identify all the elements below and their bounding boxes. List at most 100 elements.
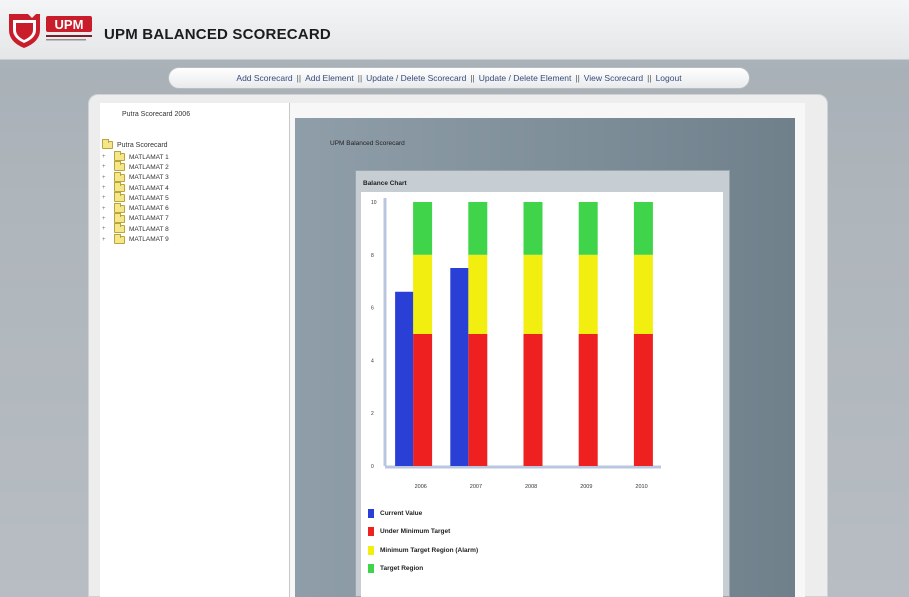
folder-icon — [114, 212, 125, 223]
chart-title: Balance Chart — [363, 180, 407, 187]
app-title: UPM BALANCED SCORECARD — [104, 26, 331, 43]
bar-minimum-region — [633, 254, 653, 334]
legend-swatch-minimum — [368, 545, 374, 555]
tree-item-label: MATLAMAT 5 — [129, 194, 169, 202]
expand-icon[interactable]: + — [102, 216, 109, 222]
bar-minimum-region — [468, 254, 488, 334]
nav-separator: || — [357, 73, 363, 83]
bar-target-region — [413, 202, 433, 255]
bar-under-minimum — [633, 334, 653, 466]
expand-icon[interactable]: + — [102, 154, 109, 160]
bar-current-value — [450, 268, 469, 466]
x-tick-label: 2010 — [635, 484, 647, 490]
tree-panel: Putra Scorecard 2006 Putra Scorecard + MA… — [100, 103, 290, 597]
tree-item[interactable]: + MATLAMAT 5 — [102, 192, 169, 203]
legend-label: Under Minimum Target — [380, 528, 451, 536]
expand-icon[interactable]: + — [102, 226, 109, 232]
folder-icon — [102, 139, 113, 149]
y-tick-label: 8 — [371, 253, 374, 259]
bar-under-minimum — [468, 334, 488, 466]
tree-item[interactable]: + MATLAMAT 7 — [102, 212, 169, 224]
bar-under-minimum — [523, 334, 543, 466]
expand-icon[interactable]: + — [102, 164, 109, 170]
bar-target-region — [633, 202, 653, 255]
tree-item-label: MATLAMAT 7 — [129, 215, 169, 223]
tree-item[interactable]: + MATLAMAT 6 — [102, 202, 169, 213]
bar-target-region — [468, 202, 488, 255]
tree-header: Putra Scorecard 2006 — [122, 111, 191, 118]
bar-under-minimum — [578, 334, 598, 466]
expand-icon[interactable]: + — [102, 237, 109, 243]
tree-item-label: MATLAMAT 6 — [129, 205, 169, 213]
legend-label: Minimum Target Region (Alarm) — [380, 546, 479, 554]
folder-icon — [114, 233, 125, 244]
nav-add-scorecard[interactable]: Add Scorecard — [236, 73, 292, 83]
x-tick-label: 2009 — [580, 484, 592, 490]
nav-separator: || — [470, 73, 475, 83]
folder-icon — [114, 171, 125, 182]
folder-icon — [114, 202, 125, 213]
expand-icon[interactable]: + — [102, 185, 109, 191]
nav-update-delete-scorecard[interactable]: Update / Delete Scorecard — [366, 73, 466, 83]
y-tick-label: 0 — [371, 464, 374, 470]
tree-list: + MATLAMAT 1 + MATLAMAT 2 + MATLAMAT 3 + MAT… — [102, 151, 169, 245]
tree-item[interactable]: + MATLAMAT 9 — [102, 233, 169, 244]
upm-logo: UPM — [9, 14, 92, 48]
x-tick-label: 2006 — [415, 484, 427, 490]
main-title: UPM Balanced Scorecard — [330, 140, 405, 147]
tree-item[interactable]: + MATLAMAT 2 — [102, 161, 169, 172]
nav-separator: || — [575, 73, 580, 83]
folder-icon — [114, 192, 125, 203]
tree-item-label: MATLAMAT 8 — [129, 225, 169, 233]
expand-icon[interactable]: + — [102, 206, 109, 212]
bar-minimum-region — [523, 254, 543, 334]
tree-root[interactable]: Putra Scorecard — [102, 139, 168, 149]
tree-item-label: MATLAMAT 4 — [129, 184, 169, 192]
tree-item[interactable]: + MATLAMAT 3 — [102, 171, 169, 183]
bar-target-region — [578, 202, 598, 255]
y-tick-label: 2 — [371, 411, 374, 417]
legend-item: Minimum Target Region (Alarm) — [368, 541, 478, 560]
main-nav: Add Scorecard || Add Element || Update /… — [168, 67, 750, 89]
bar-current-value — [395, 291, 414, 466]
nav-view-scorecard[interactable]: View Scorecard — [584, 73, 643, 83]
tree-item-label: MATLAMAT 9 — [129, 236, 169, 244]
y-tick-label: 4 — [371, 358, 374, 364]
nav-update-delete-element[interactable]: Update / Delete Element — [479, 73, 572, 83]
bar-under-minimum — [413, 334, 433, 466]
legend-swatch-target — [368, 564, 374, 574]
x-tick-label: 2008 — [525, 484, 537, 490]
legend-item: Current Value — [368, 504, 478, 523]
tree-item-label: MATLAMAT 2 — [129, 163, 169, 171]
tree-item[interactable]: + MATLAMAT 4 — [102, 182, 169, 193]
legend-label: Current Value — [380, 509, 423, 517]
folder-icon — [114, 151, 125, 162]
nav-add-element[interactable]: Add Element — [305, 73, 354, 83]
tree-item[interactable]: + MATLAMAT 8 — [102, 223, 169, 234]
bar-minimum-region — [413, 254, 433, 334]
folder-icon — [114, 161, 125, 172]
nav-logout[interactable]: Logout — [656, 73, 682, 83]
expand-icon[interactable]: + — [102, 195, 109, 201]
folder-icon — [114, 223, 125, 234]
bar-target-region — [523, 202, 543, 255]
legend-item: Target Region — [368, 560, 478, 579]
legend-item: Under Minimum Target — [368, 523, 478, 542]
legend-label: Target Region — [380, 565, 424, 573]
legend-swatch-under — [368, 527, 374, 537]
chart-legend: Current Value Under Minimum Target Minim… — [368, 504, 478, 578]
nav-separator: || — [296, 73, 302, 83]
legend-swatch-current — [368, 508, 374, 518]
logo-text: UPM — [55, 17, 84, 32]
app-header: UPM UPM BALANCED SCORECARD — [0, 0, 909, 60]
tree-item-label: MATLAMAT 1 — [129, 153, 169, 161]
y-tick-label: 10 — [371, 200, 377, 206]
tree-item[interactable]: + MATLAMAT 1 — [102, 151, 169, 162]
expand-icon[interactable]: + — [102, 175, 109, 181]
tree-root-label: Putra Scorecard — [117, 141, 168, 149]
x-tick-label: 2007 — [470, 484, 482, 490]
y-tick-label: 6 — [371, 306, 374, 312]
nav-separator: || — [647, 73, 652, 83]
tree-item-label: MATLAMAT 3 — [129, 174, 169, 182]
folder-icon — [114, 182, 125, 193]
